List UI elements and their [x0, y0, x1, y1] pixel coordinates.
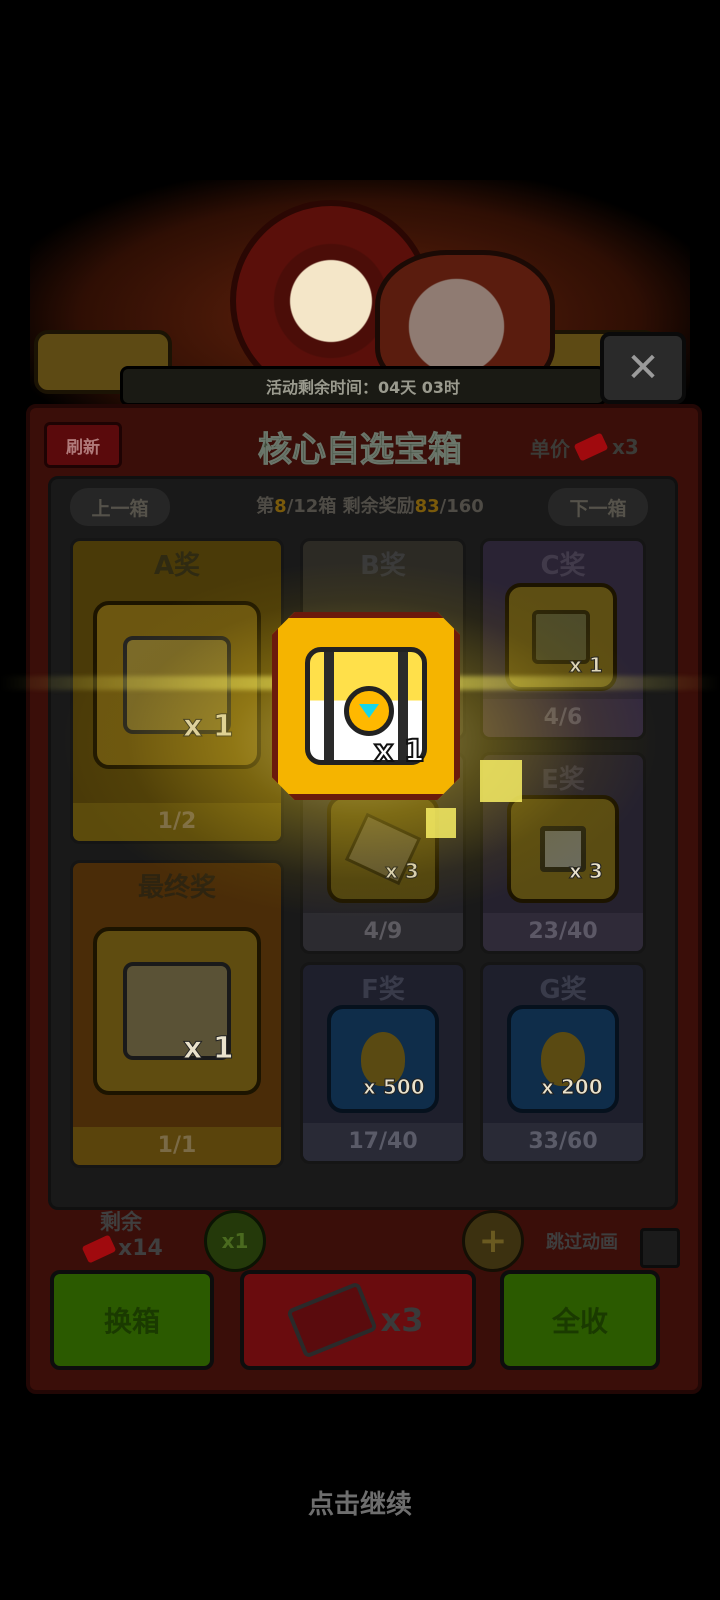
prize-card-final[interactable]: 最终奖 x 1 1/1: [70, 860, 284, 1168]
prev-box-button[interactable]: 上一箱: [70, 488, 170, 526]
prize-label: G奖: [539, 975, 587, 1005]
prize-count: 33/60: [483, 1123, 643, 1161]
tap-to-continue[interactable]: 点击继续: [0, 1484, 720, 1521]
draw-button[interactable]: x3: [240, 1270, 476, 1370]
prize-qty: x 3: [569, 859, 604, 884]
blueprint-icon: [327, 795, 439, 903]
prize-card-f[interactable]: F奖 x 500 17/40: [300, 962, 466, 1164]
box-counter-prefix: 第: [256, 496, 275, 517]
ticket-icon: [285, 1281, 378, 1359]
prize-count: 1/2: [73, 803, 281, 841]
prize-label: A奖: [153, 551, 201, 581]
prize-qty: x 1: [183, 709, 235, 745]
prize-qty: x 1: [183, 1031, 235, 1067]
prize-label: C奖: [540, 551, 586, 581]
featured-qty: x 1: [373, 733, 426, 770]
prize-qty: x 200: [541, 1075, 604, 1100]
remaining-tickets: x14: [81, 1234, 163, 1263]
prize-qty: x 1: [569, 653, 604, 678]
prize-label: B奖: [360, 551, 406, 581]
prize-count: 23/40: [483, 913, 643, 951]
draw-cost: x3: [380, 1301, 424, 1339]
prize-label: F奖: [361, 975, 405, 1005]
multiplier-button[interactable]: x1: [204, 1210, 266, 1272]
featured-reward: x 1: [272, 612, 460, 800]
change-box-button[interactable]: 换箱: [50, 1270, 214, 1370]
remaining-value: x14: [118, 1236, 163, 1261]
close-button[interactable]: ✕: [600, 332, 686, 404]
sparkle: [426, 808, 456, 838]
box-counter-suffix: /12箱 剩余奖励: [286, 496, 415, 517]
plus-button[interactable]: +: [462, 1210, 524, 1272]
remaining-label: 剩余: [100, 1210, 142, 1234]
prize-card-g[interactable]: G奖 x 200 33/60: [480, 962, 646, 1164]
prize-card-c[interactable]: C奖 x 1 4/6: [480, 538, 646, 740]
refresh-button[interactable]: 刷新: [44, 422, 122, 468]
panel-title: 核心自选宝箱: [258, 430, 463, 471]
chest-icon: [93, 927, 261, 1095]
prize-label: 最终奖: [137, 873, 216, 903]
box-counter: 第8/12箱 剩余奖励83/160: [240, 490, 500, 524]
prize-count: 4/9: [303, 913, 463, 951]
close-icon: ✕: [626, 345, 660, 391]
unit-price-qty: x3: [612, 435, 639, 459]
prize-count: 1/1: [73, 1127, 281, 1165]
skip-animation-label: 跳过动画: [546, 1232, 618, 1253]
prize-card-a[interactable]: A奖 x 1 1/2: [70, 538, 284, 844]
gem-icon: [344, 686, 394, 736]
reward-remaining: 83: [414, 496, 440, 517]
box-counter-current: 8: [274, 496, 287, 517]
prize-count: 4/6: [483, 699, 643, 737]
reward-total: /160: [439, 496, 484, 517]
event-timer: 活动剩余时间：04天 03时: [120, 366, 606, 406]
chest-strap: [324, 652, 334, 760]
key-icon: [507, 795, 619, 903]
unit-price: 单价 x3: [530, 430, 670, 464]
plus-icon: +: [478, 1221, 508, 1261]
ticket-icon: [573, 432, 609, 462]
collect-all-button[interactable]: 全收: [500, 1270, 660, 1370]
sparkle: [480, 760, 522, 802]
prize-count: 17/40: [303, 1123, 463, 1161]
prize-qty: x 500: [363, 1075, 426, 1100]
gem-shape: [359, 704, 379, 718]
prize-qty: x 3: [385, 859, 420, 884]
next-box-button[interactable]: 下一箱: [548, 488, 648, 526]
ticket-icon: [81, 1234, 117, 1263]
skip-animation-checkbox[interactable]: [640, 1228, 680, 1268]
unit-price-label: 单价: [530, 436, 570, 461]
